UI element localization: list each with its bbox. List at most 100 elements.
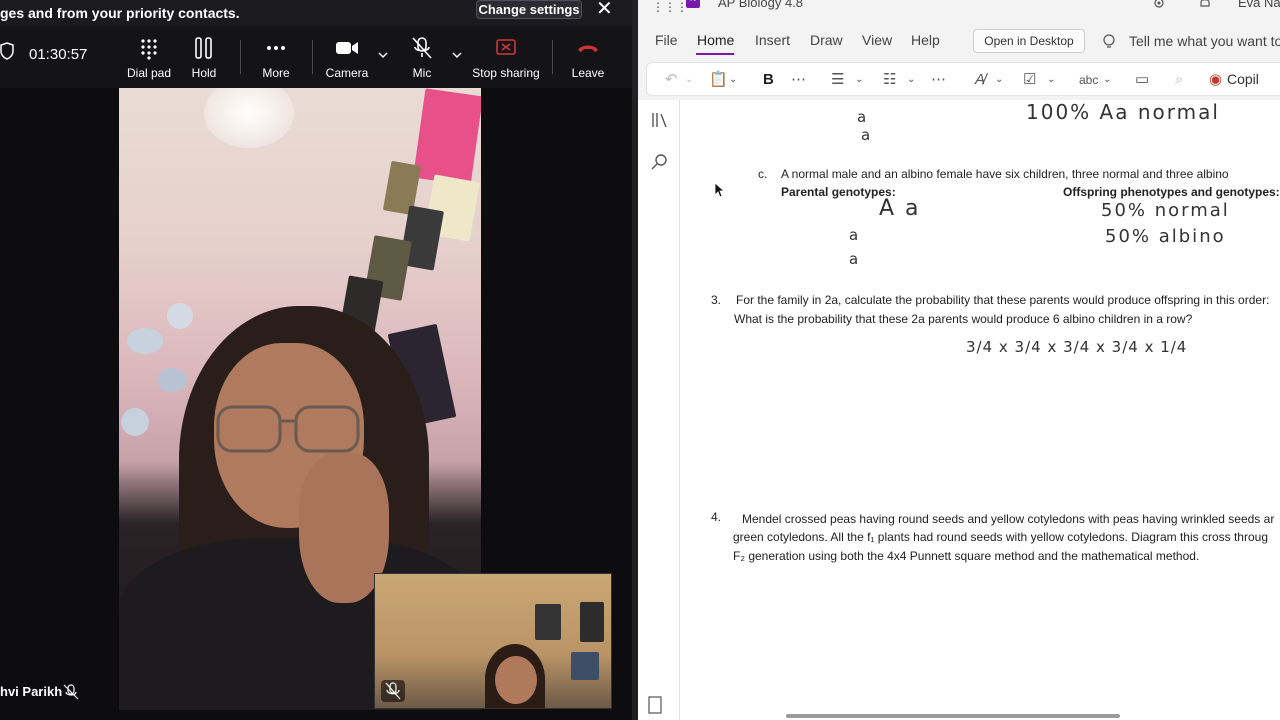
bullets-chevron-icon[interactable]: ⌄	[855, 69, 863, 91]
numbering-chevron-icon[interactable]: ⌄	[907, 69, 915, 91]
active-tab-indicator	[696, 53, 734, 55]
item-c-label: c.	[758, 167, 768, 181]
search-pane-icon[interactable]	[650, 152, 670, 172]
leave-label: Leave	[571, 66, 605, 80]
styles-chevron-icon[interactable]: ⌄	[995, 69, 1003, 91]
stop-share-icon	[496, 39, 516, 55]
menu-draw[interactable]: Draw	[810, 32, 843, 48]
hang-up-icon	[578, 45, 598, 52]
mic-options-chevron-icon[interactable]	[452, 50, 462, 60]
numbering-icon[interactable]: ☷	[883, 69, 896, 91]
title-bar: ⋮⋮⋮ N AP Biology 4.8 Eva Na	[638, 0, 1280, 16]
copilot-icon[interactable]: ◉	[1209, 69, 1222, 91]
q4-number: 4.	[711, 510, 722, 524]
handwriting-a-2: a	[861, 126, 873, 144]
new-page-icon[interactable]	[648, 696, 662, 714]
wall-sticker	[121, 408, 149, 436]
handwriting-a-1: a	[857, 108, 869, 126]
styles-icon[interactable]: A̸	[975, 69, 985, 91]
more-icon	[267, 46, 285, 50]
menu-file[interactable]: File	[655, 32, 678, 48]
camera-label: Camera	[325, 66, 369, 80]
spelling-chevron-icon[interactable]: ⌄	[1103, 69, 1111, 91]
participant-name: hvi Parikh	[0, 684, 63, 699]
bold-icon[interactable]: B	[763, 69, 774, 91]
user-name[interactable]: Eva Na	[1238, 0, 1280, 10]
camera-options-chevron-icon[interactable]	[378, 50, 388, 60]
toolbar-divider	[552, 40, 553, 74]
hold-label: Hold	[191, 66, 217, 80]
close-notification-icon[interactable]: ✕	[596, 0, 613, 19]
camera-icon	[336, 42, 358, 54]
handwriting-50-albino: 50% albino	[1105, 226, 1226, 247]
wall-frame	[535, 604, 561, 640]
q4-line-3: F₂ generation using both the 4x4 Punnett…	[733, 549, 1200, 563]
open-in-desktop-button[interactable]: Open in Desktop	[973, 29, 1085, 53]
self-view-video[interactable]	[374, 573, 612, 709]
app-launcher-icon[interactable]: ⋮⋮⋮	[652, 0, 688, 14]
dial-pad-label: Dial pad	[126, 66, 172, 80]
tell-me-search-input[interactable]: Tell me what you want to	[1129, 33, 1280, 49]
notebook-page[interactable]: a a 100% Aa normal c. A normal male and …	[681, 100, 1280, 720]
immersive-reader-icon[interactable]: ▭	[1135, 69, 1149, 91]
stop-sharing-button[interactable]: Stop sharing	[472, 36, 540, 84]
lightbulb-icon	[1103, 34, 1115, 48]
notebook-title[interactable]: AP Biology 4.8	[718, 0, 803, 10]
mouse-cursor-icon	[714, 182, 726, 198]
ribbon-toolbar: ↶ ⌄ 📋 ⌄ B ⋯ ☰ ⌄ ☷ ⌄ ⋯ A̸ ⌄ ☑ ⌄ abc ⌄ ▭ ⌕…	[646, 62, 1280, 96]
toolbar-divider	[240, 40, 241, 74]
wall-sticker	[157, 368, 187, 392]
menu-home[interactable]: Home	[697, 32, 734, 48]
call-timer: 01:30:57	[29, 46, 88, 63]
bullets-icon[interactable]: ☰	[831, 69, 844, 91]
toolbar-divider	[312, 40, 313, 74]
tag-icon[interactable]: ☑	[1023, 69, 1036, 91]
spelling-icon[interactable]: abc	[1079, 69, 1098, 91]
menu-insert[interactable]: Insert	[755, 32, 790, 48]
tag-chevron-icon[interactable]: ⌄	[1047, 69, 1055, 91]
mic-label: Mic	[412, 66, 432, 80]
menu-help[interactable]: Help	[911, 32, 940, 48]
mic-button[interactable]: Mic	[404, 36, 440, 84]
clipboard-icon[interactable]: 📋	[709, 69, 728, 91]
more-paragraph-icon[interactable]: ⋯	[931, 69, 946, 91]
onenote-window: ⋮⋮⋮ N AP Biology 4.8 Eva Na File Home In…	[638, 0, 1280, 720]
q3-number: 3.	[711, 293, 722, 307]
handwriting-allele-a-2: a	[849, 250, 861, 268]
self-face	[495, 656, 537, 704]
participant-mic-off-icon	[63, 684, 79, 700]
camera-button[interactable]: Camera	[324, 36, 370, 84]
handwriting-50-normal: 50% normal	[1101, 200, 1230, 221]
call-controls-bar: 01:30:57 Dial pad Hold More Camera Mic S…	[0, 26, 632, 88]
leave-button[interactable]: Leave	[568, 36, 608, 84]
more-font-icon[interactable]: ⋯	[791, 69, 806, 91]
search-icon[interactable]: ⌕	[1175, 69, 1183, 91]
copilot-label[interactable]: Copil	[1227, 71, 1259, 87]
undo-chevron-icon[interactable]: ⌄	[685, 69, 693, 91]
clipboard-chevron-icon[interactable]: ⌄	[729, 69, 737, 91]
handwriting-parent-alleles: A a	[879, 196, 921, 221]
dial-pad-icon	[141, 39, 157, 60]
q3-line-1: For the family in 2a, calculate the prob…	[736, 293, 1270, 307]
ribbon: ↶ ⌄ 📋 ⌄ B ⋯ ☰ ⌄ ☷ ⌄ ⋯ A̸ ⌄ ☑ ⌄ abc ⌄ ▭ ⌕…	[638, 60, 1280, 100]
pause-icon	[195, 37, 212, 59]
notebooks-library-icon[interactable]	[650, 110, 670, 130]
horizontal-scrollbar[interactable]	[786, 714, 1120, 718]
glasses	[216, 405, 360, 453]
notifications-bell-icon[interactable]	[1198, 0, 1212, 10]
settings-gear-icon[interactable]	[1152, 0, 1166, 10]
wall-sticker	[127, 328, 163, 354]
menu-view[interactable]: View	[862, 32, 892, 48]
change-settings-button[interactable]: Change settings	[476, 0, 582, 19]
undo-icon[interactable]: ↶	[665, 69, 678, 91]
wall-poster	[413, 88, 481, 186]
dial-pad-button[interactable]: Dial pad	[124, 36, 174, 84]
onenote-logo-icon: N	[686, 0, 700, 8]
hold-button[interactable]: Hold	[186, 36, 222, 84]
stop-sharing-label: Stop sharing	[472, 66, 540, 80]
q3-line-2: What is the probability that these 2a pa…	[734, 312, 1193, 326]
navigation-pane	[638, 100, 680, 720]
offspring-phenotypes-label: Offspring phenotypes and genotypes:	[1063, 185, 1280, 199]
more-button[interactable]: More	[256, 36, 296, 84]
wall-frame	[580, 602, 604, 642]
